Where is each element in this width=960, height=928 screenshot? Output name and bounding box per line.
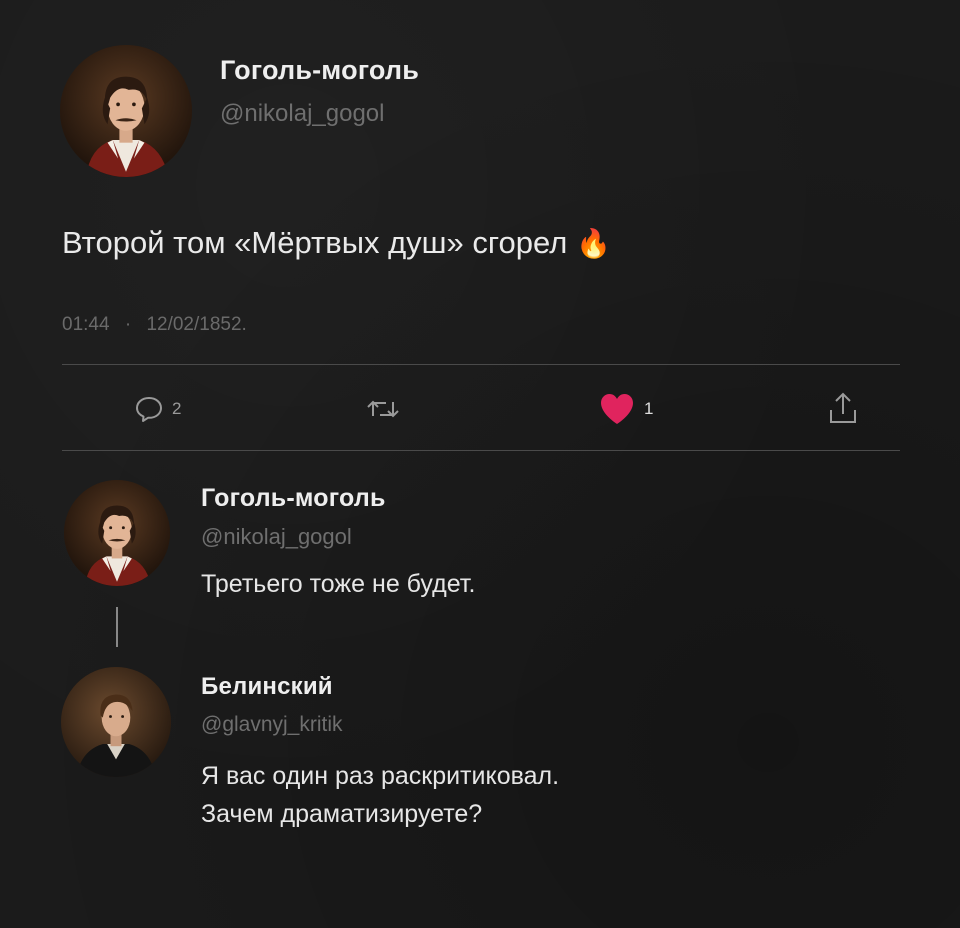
author-handle[interactable]: @nikolaj_gogol <box>220 100 384 128</box>
tweet-text-body: Второй том «Мёртвых душ» сгорел <box>62 225 568 260</box>
reply-text-line: Зачем драматизируете? <box>201 799 483 828</box>
tweet-timestamp: 01:44 · 12/02/1852. <box>62 314 247 336</box>
tweet-time: 01:44 <box>62 314 110 335</box>
reply-author-handle[interactable]: @glavnyj_kritik <box>201 713 343 737</box>
reply-avatar[interactable] <box>64 480 170 586</box>
tweet-text: Второй том «Мёртвых душ» сгорел 🔥 <box>62 225 611 261</box>
timestamp-separator: · <box>124 314 132 335</box>
reply-avatar[interactable] <box>61 667 171 777</box>
like-button[interactable]: 1 <box>598 392 653 426</box>
divider-bottom <box>62 450 900 451</box>
heart-icon <box>601 394 633 424</box>
author-avatar[interactable] <box>60 45 192 177</box>
tweet-date: 12/02/1852. <box>146 314 247 335</box>
author-name[interactable]: Гоголь-моголь <box>220 55 419 86</box>
reply-count: 2 <box>172 399 182 418</box>
reply-text-line: Я вас один раз раскритиковал. <box>201 762 560 790</box>
share-upload-icon <box>830 392 856 423</box>
thread-connector-line <box>116 607 118 647</box>
reply-bubble-icon <box>136 397 162 422</box>
reply-text: Я вас один раз раскритиковал. Зачем драм… <box>201 758 559 833</box>
retweet-icon <box>367 400 399 418</box>
belinsky-portrait-icon <box>61 667 171 777</box>
retweet-button[interactable] <box>364 394 410 424</box>
reply-text: Третьего тоже не будет. <box>201 570 476 598</box>
divider-top <box>62 364 900 365</box>
like-count: 1 <box>644 399 654 418</box>
reply-author-handle[interactable]: @nikolaj_gogol <box>201 524 352 550</box>
reply-button[interactable]: 2 <box>134 394 181 424</box>
reply-author-name[interactable]: Гоголь-моголь <box>201 484 386 513</box>
fire-emoji-icon: 🔥 <box>575 228 611 259</box>
gogol-portrait-icon <box>64 480 170 586</box>
reply-author-name[interactable]: Белинский <box>201 673 333 701</box>
gogol-portrait-icon <box>60 45 192 177</box>
share-button[interactable] <box>826 390 860 426</box>
